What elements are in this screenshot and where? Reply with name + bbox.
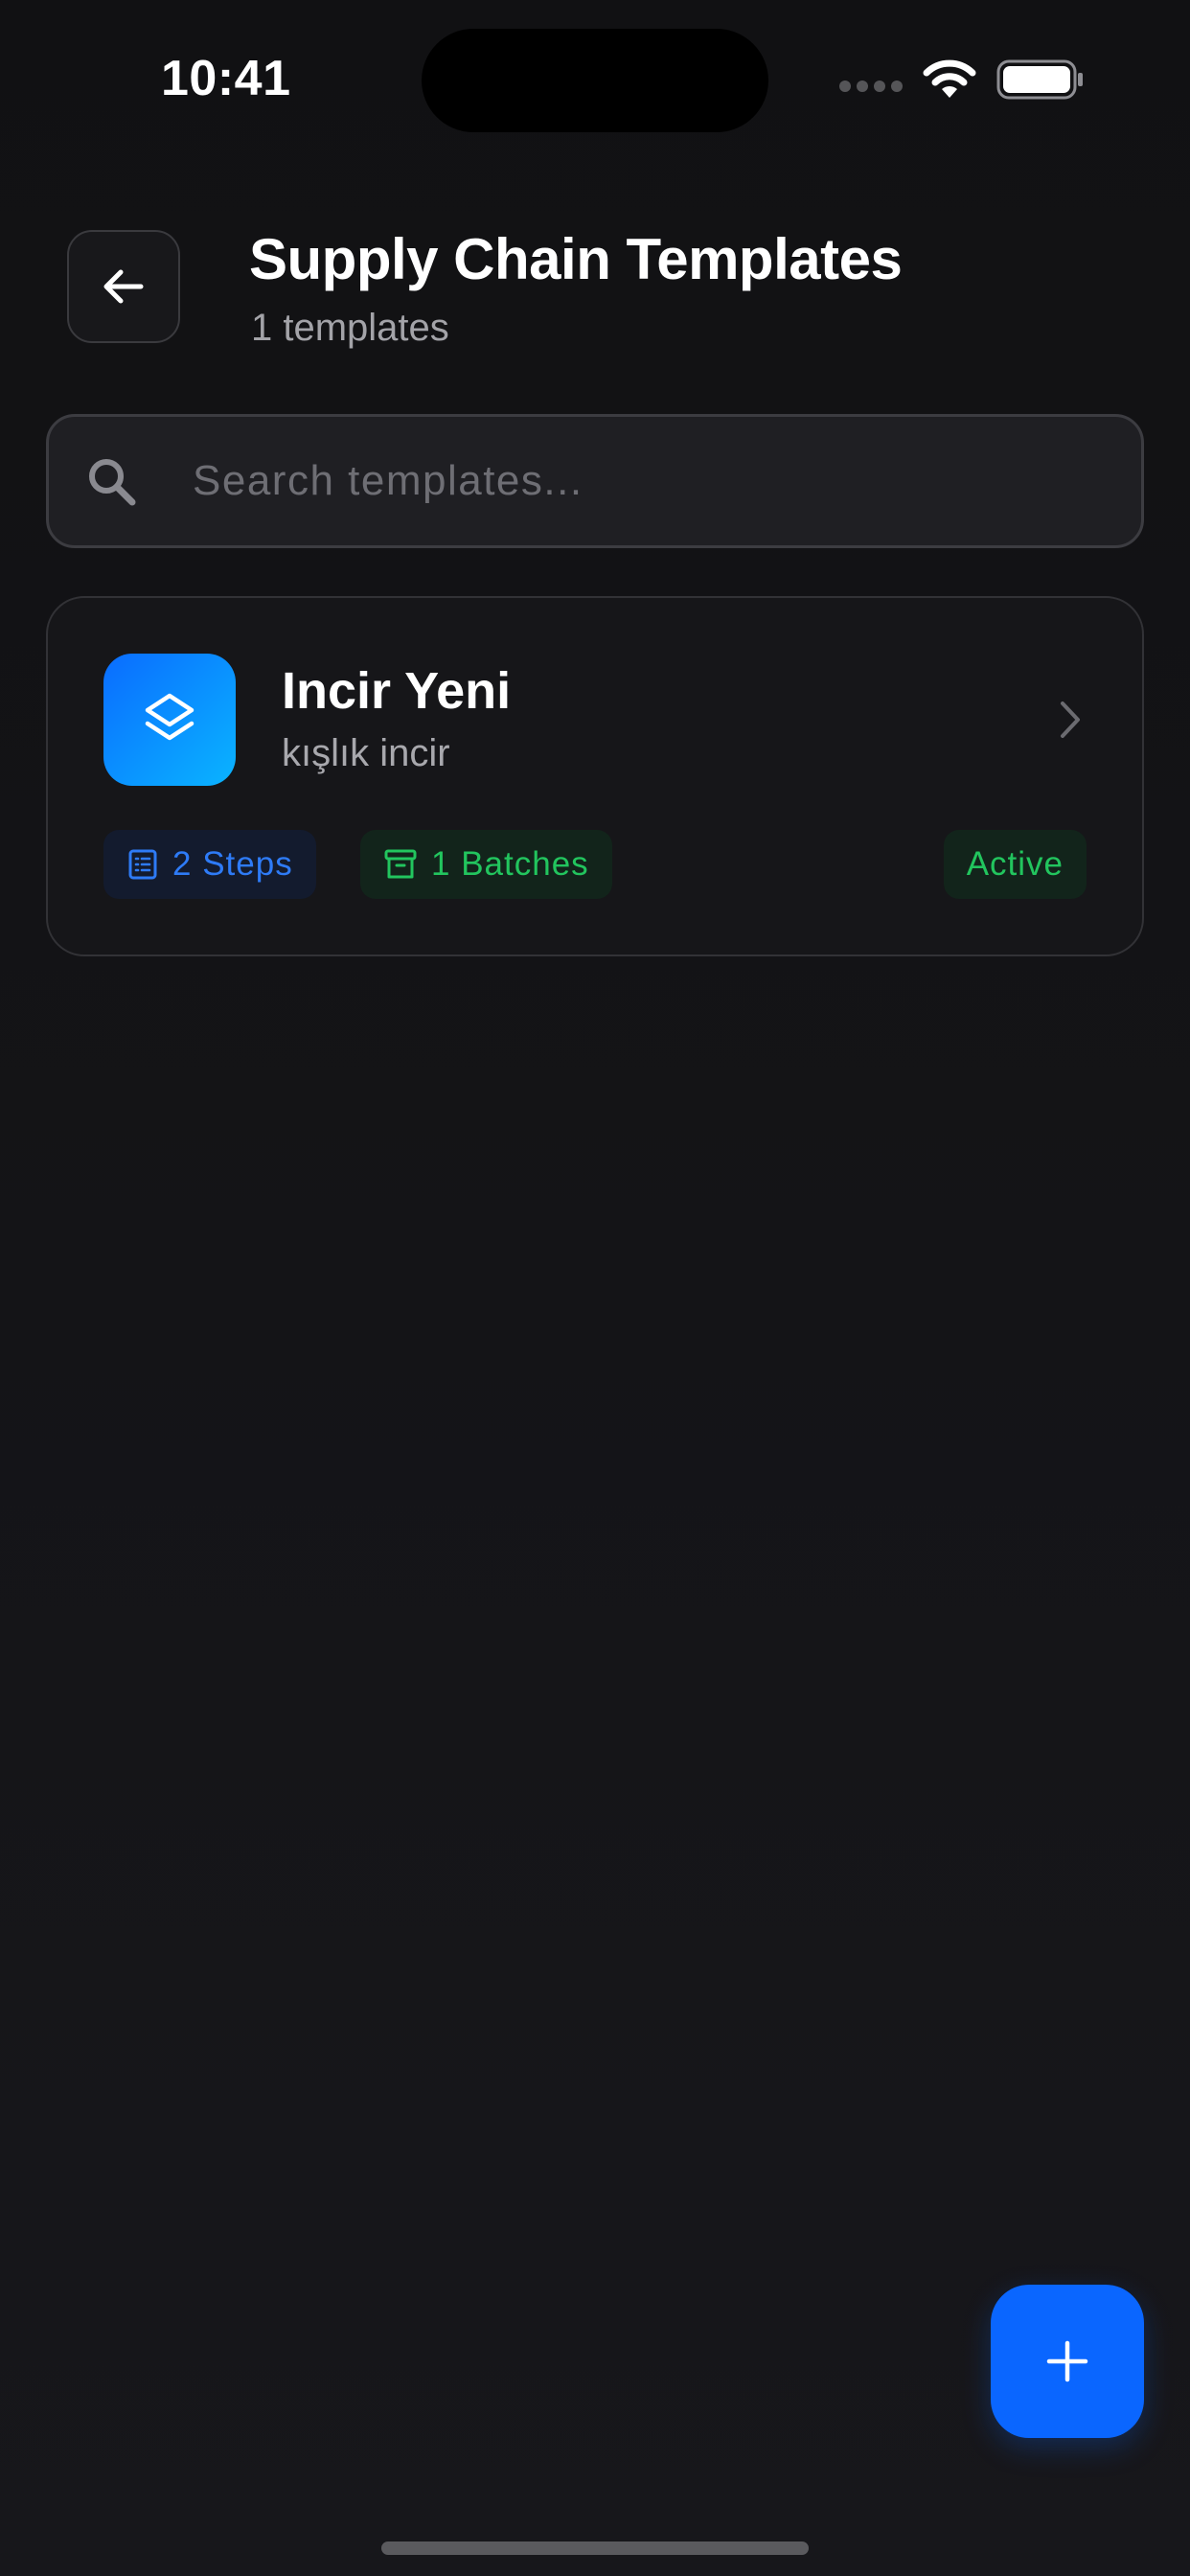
chevron-right-icon[interactable] [1056,698,1085,742]
dynamic-island [422,29,768,132]
steps-badge: 2 Steps [103,830,316,899]
status-time: 10:41 [161,51,291,106]
status-label: Active [966,845,1064,883]
archive-icon [384,849,417,879]
screen: 10:41 Supply Chain Templates 1 templates [0,0,1190,2576]
template-card[interactable]: Incir Yeni kışlık incir 2 Steps 1 Batche… [46,596,1144,956]
template-count: 1 templates [251,307,449,349]
search-bar[interactable] [46,414,1144,548]
steps-count: 2 Steps [172,845,293,883]
back-button[interactable] [67,230,180,343]
page-title: Supply Chain Templates [249,227,903,291]
arrow-left-icon [103,269,144,304]
template-name: Incir Yeni [282,662,512,720]
wifi-icon [923,59,976,98]
status-badge: Active [943,830,1087,899]
batches-badge: 1 Batches [360,830,612,899]
template-description: kışlık incir [282,732,450,774]
search-input[interactable] [193,417,1112,545]
home-indicator[interactable] [381,2542,809,2555]
search-icon [89,459,136,506]
batches-count: 1 Batches [431,845,589,883]
status-indicators [839,58,1085,102]
plus-icon [1046,2340,1088,2382]
add-template-button[interactable] [991,2285,1144,2438]
list-icon [128,849,157,880]
template-icon-tile [103,654,236,786]
cellular-signal-icon [839,80,903,92]
layers-icon [145,693,195,741]
battery-icon [996,59,1083,100]
